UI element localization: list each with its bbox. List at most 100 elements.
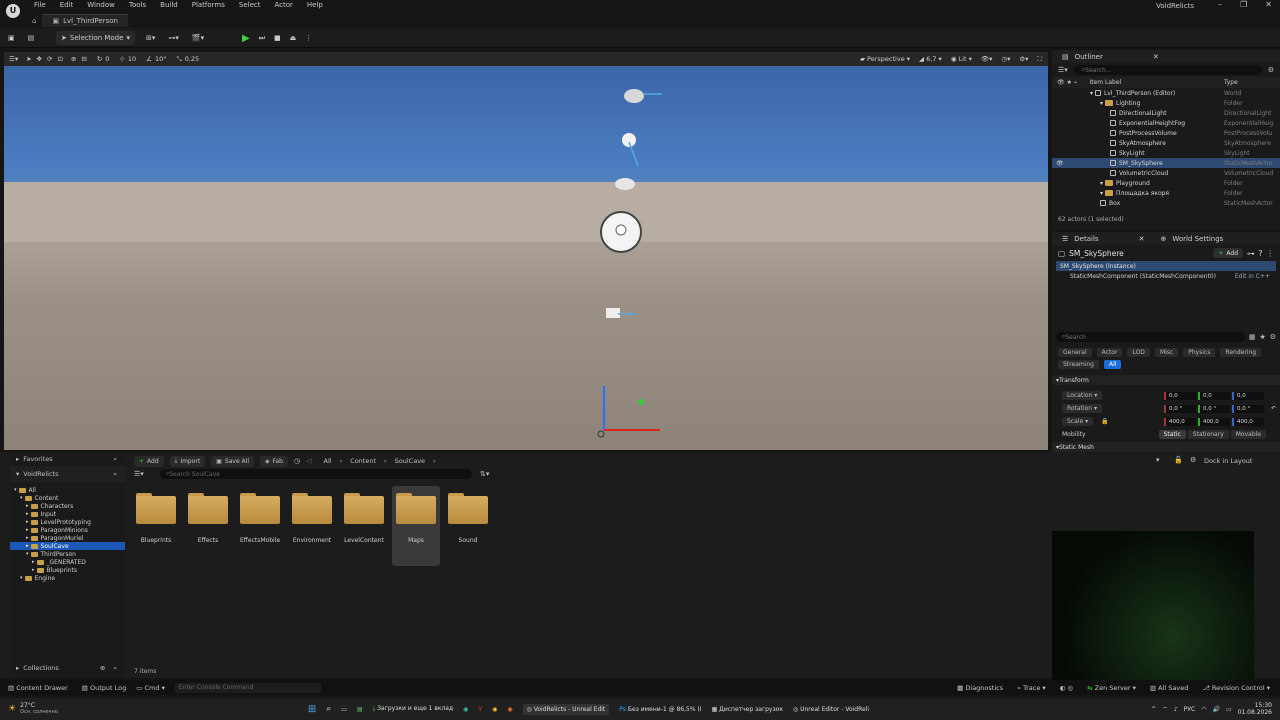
live-coding-icon[interactable]: ◐ ◎ — [1060, 684, 1073, 692]
edge-icon[interactable]: ◉ — [463, 706, 468, 713]
realtime-icon[interactable]: ◷▾ — [1001, 55, 1010, 63]
loc-y[interactable]: 0,0 — [1198, 391, 1230, 400]
scale-snap-icon[interactable]: ⤡ — [177, 55, 182, 64]
content-drawer-button[interactable]: ▤ Content Drawer — [8, 684, 68, 692]
menu-build[interactable]: Build — [160, 1, 178, 9]
close-icon[interactable]: ✕ — [1153, 53, 1159, 61]
scale-y[interactable]: 400,0 — [1198, 417, 1230, 426]
app-icon[interactable]: ▤ — [357, 706, 363, 713]
grid-icon[interactable]: ▦ — [1249, 333, 1256, 341]
crumb-content[interactable]: Content — [350, 457, 376, 465]
task-view-icon[interactable]: ▭ — [341, 706, 347, 713]
actor-name[interactable]: SM_SkySphere — [1069, 249, 1124, 258]
home-icon[interactable]: ⌂ — [32, 17, 36, 25]
outliner-row[interactable]: ExponentialHeightFog ExponentialHeig — [1052, 118, 1280, 128]
step-icon[interactable]: ⏭ — [259, 34, 265, 43]
col-item-label[interactable]: Item Label — [1089, 79, 1121, 86]
save-all-button[interactable]: ▣ Save All — [211, 455, 254, 467]
photoshop-app[interactable]: Ps Без имени-1 @ 86,5% (I — [619, 706, 701, 713]
mic-icon[interactable]: ♪ — [1174, 706, 1178, 713]
folder-tree-item[interactable]: ▾ ThirdPerson — [10, 550, 125, 558]
menu-actor[interactable]: Actor — [275, 1, 293, 9]
directional-light-icon[interactable] — [622, 133, 639, 167]
grid-snap-value[interactable]: 10 — [128, 55, 136, 63]
all-saved-button[interactable]: ▥ All Saved — [1150, 684, 1188, 692]
scale-z[interactable]: 400,0 — [1232, 417, 1264, 426]
rot-z[interactable]: 0,0 ° — [1232, 404, 1264, 413]
static-mesh-section[interactable]: Static Mesh — [1059, 444, 1094, 451]
stop-icon[interactable]: ■ — [274, 34, 281, 42]
mobility-movable[interactable]: Movable — [1230, 429, 1266, 439]
content-icon[interactable]: ▤ — [28, 34, 35, 42]
folder-effectsmobile-icon[interactable] — [240, 490, 280, 524]
more-icon[interactable]: ⋮ — [305, 34, 312, 42]
folder-tree-item[interactable]: ▸ ParagonMuriel — [10, 534, 125, 542]
chevron-icon[interactable]: ▾ — [20, 495, 23, 501]
chevron-down-icon[interactable]: ▾ — [1100, 190, 1103, 197]
outliner-row[interactable]: ▾ Lighting Folder — [1052, 98, 1280, 108]
clock[interactable]: 15:30 01.08.2026 — [1238, 702, 1272, 716]
maximize-icon[interactable]: ❐ — [1240, 0, 1247, 9]
reset-icon[interactable]: ↶ — [1266, 405, 1276, 412]
project-label[interactable]: VoidRelicts — [23, 470, 58, 478]
favorites-label[interactable]: Favorites — [23, 455, 52, 463]
chevron-icon[interactable]: ▾ — [14, 487, 17, 493]
loc-z[interactable]: 0,0 — [1232, 391, 1264, 400]
close-icon[interactable]: ✕ — [1139, 235, 1145, 243]
component-row[interactable]: StaticMeshComponent (StaticMeshComponent… — [1070, 273, 1216, 280]
level-viewport[interactable]: ☰▾ ➤ ✥ ⟳ ⊡ ⊕ ⊟ ↻ 0 ⊹ 10 ∠ 10° ⤡ 0,25 ▰ P… — [4, 52, 1048, 450]
console-input[interactable]: Enter Console Command — [174, 682, 321, 693]
volume-icon[interactable]: 🔊 — [1212, 706, 1219, 713]
outliner-row[interactable]: SkyAtmosphere SkyAtmosphere — [1052, 138, 1280, 148]
chrome-icon[interactable]: ◉ — [492, 706, 497, 713]
content-search-input[interactable]: ⌕ Search SoulCave — [160, 469, 472, 479]
folder-label[interactable]: Maps — [390, 537, 442, 544]
firefox-icon[interactable]: ◉ — [507, 706, 512, 713]
chevron-down-icon[interactable]: ▾ — [1100, 180, 1103, 187]
add-collection-icon[interactable]: ⊕ — [100, 664, 105, 672]
filter-physics[interactable]: Physics — [1183, 348, 1216, 357]
add-actor-icon[interactable]: ⊞▾ — [146, 34, 155, 42]
outliner-search-input[interactable]: ⌕ Search... — [1073, 65, 1262, 75]
search-icon[interactable]: ⌕ — [113, 470, 117, 479]
folder-maps-icon[interactable] — [396, 490, 436, 524]
add-button[interactable]: + Add — [134, 455, 164, 467]
outliner-row[interactable]: SkyLight SkyLight — [1052, 148, 1280, 158]
chevron-down-icon[interactable]: ▾ — [16, 470, 19, 478]
dock-in-layout-button[interactable]: Dock in Layout — [1204, 457, 1252, 465]
col-type[interactable]: Type — [1224, 79, 1238, 86]
menu-edit[interactable]: Edit — [60, 1, 74, 9]
chevron-icon[interactable]: ▸ — [26, 503, 29, 509]
folder-blueprints-icon[interactable] — [136, 490, 176, 524]
chevron-icon[interactable]: ▸ — [26, 519, 29, 525]
chevron-icon[interactable]: ▾ — [20, 575, 23, 581]
menu-file[interactable]: File — [34, 1, 46, 9]
save-icon[interactable]: ▣ — [8, 34, 15, 42]
filter-misc[interactable]: Misc — [1154, 348, 1179, 357]
help-icon[interactable]: ? — [1259, 249, 1263, 258]
scale-dropdown[interactable]: Scale ▾ — [1062, 417, 1094, 426]
chevron-icon[interactable]: ▸ — [26, 527, 29, 533]
folder-label[interactable]: Effects — [182, 537, 234, 544]
scale-tool-icon[interactable]: ⊡ — [57, 55, 62, 63]
chevron-down-icon[interactable]: ▾ — [1100, 100, 1103, 107]
view-mode-dropdown[interactable]: ◉ Lit ▾ — [951, 55, 972, 63]
folder-tree-item[interactable]: ▾ Engine — [10, 574, 125, 582]
menu-select[interactable]: Select — [239, 1, 261, 9]
sort-icon[interactable]: ⇅▾ — [480, 470, 489, 478]
folder-environment-icon[interactable] — [292, 490, 332, 524]
cam-speed-icon[interactable]: ↻ — [97, 55, 102, 63]
folder-tree-item[interactable]: ▸ _GENERATED — [10, 558, 125, 566]
folder-tree-item[interactable]: ▾ All — [10, 486, 125, 494]
chevron-icon[interactable]: ▸ — [26, 535, 29, 541]
cam-speed-value[interactable]: 0 — [105, 55, 109, 63]
language-indicator[interactable]: РУС — [1184, 706, 1195, 713]
menu-icon[interactable]: ⋮ — [1267, 249, 1275, 258]
rotate-tool-icon[interactable]: ⟳ — [47, 55, 52, 63]
outliner-row[interactable]: DirectionalLight DirectionalLight — [1052, 108, 1280, 118]
menu-platforms[interactable]: Platforms — [192, 1, 225, 9]
folder-sound-icon[interactable] — [448, 490, 488, 524]
level-tab[interactable]: ▣ Lvl_ThirdPerson — [42, 14, 128, 27]
filter-general[interactable]: General — [1058, 348, 1092, 357]
outliner-row[interactable]: ▾ Lvl_ThirdPerson (Editor) World — [1052, 88, 1280, 98]
